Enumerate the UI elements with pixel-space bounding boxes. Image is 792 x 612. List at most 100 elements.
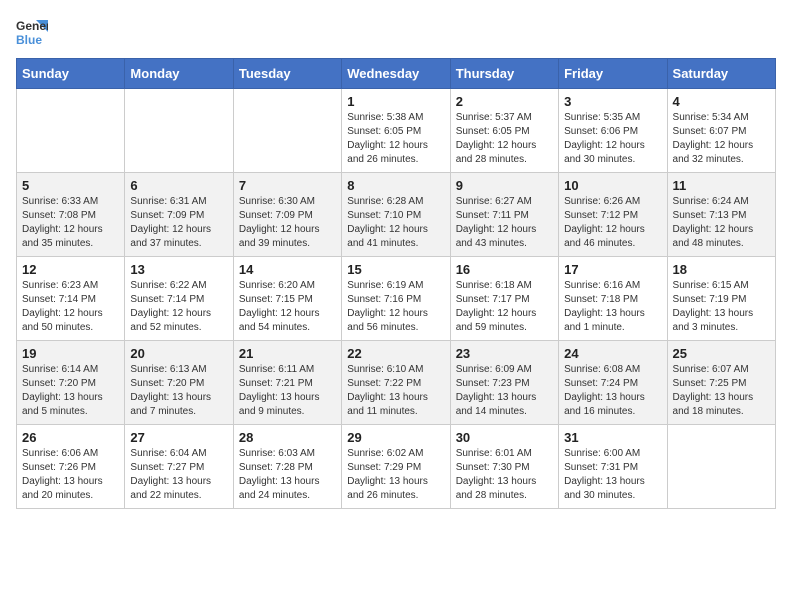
day-number: 28 — [239, 430, 336, 445]
calendar-cell: 18 Sunrise: 6:15 AM Sunset: 7:19 PM Dayli… — [667, 257, 775, 341]
calendar-cell: 2Sunrise: 5:37 AM Sunset: 6:05 PM Daylig… — [450, 89, 558, 173]
day-number: 17 — [564, 262, 661, 277]
logo: GeneralBlue — [16, 16, 48, 48]
calendar-cell — [667, 425, 775, 509]
day-info: Sunrise: 6:22 AM Sunset: 7:14 PM Dayligh… — [130, 279, 227, 335]
day-info: Sunrise: 6:26 AM Sunset: 7:12 PM Dayligh… — [564, 195, 661, 251]
calendar-cell — [125, 89, 233, 173]
day-number: 8 — [347, 178, 444, 193]
calendar-week-row: 1Sunrise: 5:38 AM Sunset: 6:05 PM Daylig… — [17, 89, 776, 173]
calendar-cell — [17, 89, 125, 173]
day-number: 31 — [564, 430, 661, 445]
day-info: Sunrise: 6:20 AM Sunset: 7:15 PM Dayligh… — [239, 279, 336, 335]
calendar-cell: 20Sunrise: 6:13 AM Sunset: 7:20 PM Dayli… — [125, 341, 233, 425]
day-number: 2 — [456, 94, 553, 109]
day-number: 30 — [456, 430, 553, 445]
calendar-cell: 19 Sunrise: 6:14 AM Sunset: 7:20 PM Dayli… — [17, 341, 125, 425]
day-number: 9 — [456, 178, 553, 193]
weekday-header-row: SundayMondayTuesdayWednesdayThursdayFrid… — [17, 59, 776, 89]
day-number: 6 — [130, 178, 227, 193]
weekday-header-monday: Monday — [125, 59, 233, 89]
day-info: Sunrise: 6:15 AM Sunset: 7:19 PM Dayligh… — [673, 279, 770, 335]
day-number: 5 — [22, 178, 119, 193]
calendar-week-row: 19 Sunrise: 6:14 AM Sunset: 7:20 PM Dayli… — [17, 341, 776, 425]
day-info: Sunrise: 6:00 AM Sunset: 7:31 PM Dayligh… — [564, 447, 661, 503]
calendar-cell: 3 Sunrise: 5:35 AM Sunset: 6:06 PM Daylig… — [559, 89, 667, 173]
calendar-cell: 21 Sunrise: 6:11 AM Sunset: 7:21 PM Dayli… — [233, 341, 341, 425]
calendar-cell: 31 Sunrise: 6:00 AM Sunset: 7:31 PM Dayli… — [559, 425, 667, 509]
calendar-cell: 4Sunrise: 5:34 AM Sunset: 6:07 PM Daylig… — [667, 89, 775, 173]
day-info: Sunrise: 6:28 AM Sunset: 7:10 PM Dayligh… — [347, 195, 444, 251]
calendar-cell: 24 Sunrise: 6:08 AM Sunset: 7:24 PM Dayli… — [559, 341, 667, 425]
calendar-cell: 9Sunrise: 6:27 AM Sunset: 7:11 PM Daylig… — [450, 173, 558, 257]
day-info: Sunrise: 6:04 AM Sunset: 7:27 PM Dayligh… — [130, 447, 227, 503]
day-info: Sunrise: 6:31 AM Sunset: 7:09 PM Dayligh… — [130, 195, 227, 251]
day-number: 3 — [564, 94, 661, 109]
day-number: 26 — [22, 430, 119, 445]
calendar-cell: 28 Sunrise: 6:03 AM Sunset: 7:28 PM Dayli… — [233, 425, 341, 509]
day-info: Sunrise: 6:30 AM Sunset: 7:09 PM Dayligh… — [239, 195, 336, 251]
calendar-cell: 30 Sunrise: 6:01 AM Sunset: 7:30 PM Dayli… — [450, 425, 558, 509]
day-info: Sunrise: 6:07 AM Sunset: 7:25 PM Dayligh… — [673, 363, 770, 419]
weekday-header-tuesday: Tuesday — [233, 59, 341, 89]
calendar-cell: 22 Sunrise: 6:10 AM Sunset: 7:22 PM Dayli… — [342, 341, 450, 425]
svg-text:General: General — [16, 19, 48, 33]
day-info: Sunrise: 6:23 AM Sunset: 7:14 PM Dayligh… — [22, 279, 119, 335]
calendar-cell: 29Sunrise: 6:02 AM Sunset: 7:29 PM Dayli… — [342, 425, 450, 509]
day-info: Sunrise: 6:16 AM Sunset: 7:18 PM Dayligh… — [564, 279, 661, 335]
calendar-cell: 15 Sunrise: 6:19 AM Sunset: 7:16 PM Dayli… — [342, 257, 450, 341]
calendar-cell: 23Sunrise: 6:09 AM Sunset: 7:23 PM Dayli… — [450, 341, 558, 425]
calendar-cell: 17 Sunrise: 6:16 AM Sunset: 7:18 PM Dayli… — [559, 257, 667, 341]
day-number: 13 — [130, 262, 227, 277]
weekday-header-thursday: Thursday — [450, 59, 558, 89]
calendar-cell — [233, 89, 341, 173]
day-info: Sunrise: 5:35 AM Sunset: 6:06 PM Dayligh… — [564, 111, 661, 167]
calendar-cell: 14 Sunrise: 6:20 AM Sunset: 7:15 PM Dayli… — [233, 257, 341, 341]
day-number: 22 — [347, 346, 444, 361]
day-info: Sunrise: 6:06 AM Sunset: 7:26 PM Dayligh… — [22, 447, 119, 503]
calendar-cell: 8 Sunrise: 6:28 AM Sunset: 7:10 PM Daylig… — [342, 173, 450, 257]
day-number: 14 — [239, 262, 336, 277]
day-number: 16 — [456, 262, 553, 277]
calendar-cell: 11 Sunrise: 6:24 AM Sunset: 7:13 PM Dayli… — [667, 173, 775, 257]
weekday-header-wednesday: Wednesday — [342, 59, 450, 89]
day-info: Sunrise: 6:10 AM Sunset: 7:22 PM Dayligh… — [347, 363, 444, 419]
day-info: Sunrise: 6:02 AM Sunset: 7:29 PM Dayligh… — [347, 447, 444, 503]
weekday-header-sunday: Sunday — [17, 59, 125, 89]
day-info: Sunrise: 6:33 AM Sunset: 7:08 PM Dayligh… — [22, 195, 119, 251]
calendar-cell: 5 Sunrise: 6:33 AM Sunset: 7:08 PM Daylig… — [17, 173, 125, 257]
day-number: 21 — [239, 346, 336, 361]
day-number: 27 — [130, 430, 227, 445]
calendar-cell: 6 Sunrise: 6:31 AM Sunset: 7:09 PM Daylig… — [125, 173, 233, 257]
calendar-cell: 26 Sunrise: 6:06 AM Sunset: 7:26 PM Dayli… — [17, 425, 125, 509]
day-number: 4 — [673, 94, 770, 109]
logo-icon: GeneralBlue — [16, 16, 48, 48]
day-number: 12 — [22, 262, 119, 277]
calendar-cell: 27 Sunrise: 6:04 AM Sunset: 7:27 PM Dayli… — [125, 425, 233, 509]
day-number: 11 — [673, 178, 770, 193]
day-number: 18 — [673, 262, 770, 277]
day-info: Sunrise: 6:19 AM Sunset: 7:16 PM Dayligh… — [347, 279, 444, 335]
day-number: 19 — [22, 346, 119, 361]
day-number: 15 — [347, 262, 444, 277]
calendar-week-row: 26 Sunrise: 6:06 AM Sunset: 7:26 PM Dayli… — [17, 425, 776, 509]
calendar-cell: 13 Sunrise: 6:22 AM Sunset: 7:14 PM Dayli… — [125, 257, 233, 341]
day-info: Sunrise: 6:18 AM Sunset: 7:17 PM Dayligh… — [456, 279, 553, 335]
calendar-cell: 10Sunrise: 6:26 AM Sunset: 7:12 PM Dayli… — [559, 173, 667, 257]
day-number: 24 — [564, 346, 661, 361]
day-info: Sunrise: 6:24 AM Sunset: 7:13 PM Dayligh… — [673, 195, 770, 251]
day-number: 1 — [347, 94, 444, 109]
day-number: 7 — [239, 178, 336, 193]
day-number: 25 — [673, 346, 770, 361]
calendar-cell: 7 Sunrise: 6:30 AM Sunset: 7:09 PM Daylig… — [233, 173, 341, 257]
day-info: Sunrise: 6:13 AM Sunset: 7:20 PM Dayligh… — [130, 363, 227, 419]
day-info: Sunrise: 6:03 AM Sunset: 7:28 PM Dayligh… — [239, 447, 336, 503]
calendar-cell: 25 Sunrise: 6:07 AM Sunset: 7:25 PM Dayli… — [667, 341, 775, 425]
day-info: Sunrise: 6:14 AM Sunset: 7:20 PM Dayligh… — [22, 363, 119, 419]
day-info: Sunrise: 6:01 AM Sunset: 7:30 PM Dayligh… — [456, 447, 553, 503]
day-info: Sunrise: 6:11 AM Sunset: 7:21 PM Dayligh… — [239, 363, 336, 419]
calendar-week-row: 5 Sunrise: 6:33 AM Sunset: 7:08 PM Daylig… — [17, 173, 776, 257]
day-info: Sunrise: 6:08 AM Sunset: 7:24 PM Dayligh… — [564, 363, 661, 419]
calendar-table: SundayMondayTuesdayWednesdayThursdayFrid… — [16, 58, 776, 509]
svg-text:Blue: Blue — [16, 33, 42, 47]
